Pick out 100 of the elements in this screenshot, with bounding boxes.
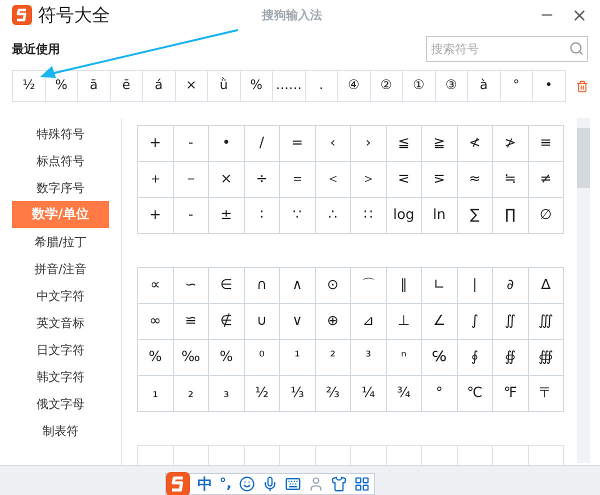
symbol-cell[interactable]: ≌ [174, 304, 208, 339]
symbol-cell[interactable]: ³ [351, 340, 386, 375]
symbol-cell[interactable]: + [138, 198, 172, 233]
symbol-cell[interactable]: % [209, 340, 244, 375]
category-item[interactable]: 中文字符 [12, 282, 109, 309]
symbol-cell[interactable]: ₁ [138, 376, 172, 411]
symbol-cell[interactable]: ≯ [493, 126, 528, 161]
recent-symbol[interactable]: ā [78, 71, 110, 101]
symbol-cell[interactable]: - [174, 126, 208, 161]
symbol-cell[interactable]: ∅ [528, 198, 563, 233]
symbol-cell[interactable]: ‹ [316, 126, 350, 161]
symbol-cell[interactable]: ≡ [528, 126, 563, 161]
symbol-cell[interactable]: + [138, 126, 172, 161]
symbol-cell[interactable]: ∯ [493, 340, 528, 375]
symbol-cell[interactable]: ∨ [280, 304, 314, 339]
symbol-cell[interactable]: ∝ [138, 268, 172, 303]
symbol-cell[interactable]: ＝ [280, 162, 314, 197]
symbol-cell[interactable]: ¼ [351, 376, 386, 411]
category-item[interactable]: 制表符 [12, 417, 109, 444]
symbol-cell[interactable]: ∆ [528, 268, 563, 303]
symbol-cell[interactable]: ∠ [422, 304, 456, 339]
symbol-cell[interactable]: ∬ [493, 304, 528, 339]
symbol-cell[interactable]: ≦ [386, 126, 421, 161]
category-item[interactable]: 韩文字符 [12, 363, 109, 390]
input-mode[interactable]: 中 [197, 472, 212, 495]
recent-symbol[interactable]: • [533, 71, 564, 101]
category-item[interactable]: 英文音标 [12, 309, 109, 336]
symbol-cell[interactable]: ∭ [528, 304, 563, 339]
symbol-cell[interactable]: ⁿ [386, 340, 421, 375]
recent-symbol[interactable]: % [46, 71, 77, 101]
symbol-cell[interactable]: ⊥ [386, 304, 421, 339]
category-item[interactable]: 希腊/拉丁 [12, 228, 109, 255]
symbol-cell[interactable]: ⊕ [316, 304, 350, 339]
symbol-cell[interactable]: ⅔ [316, 376, 350, 411]
recent-symbol[interactable]: ③ [436, 71, 467, 101]
recent-symbol[interactable]: ē [110, 71, 142, 101]
symbol-cell[interactable]: ∑ [458, 198, 492, 233]
symbol-cell[interactable]: log [386, 198, 421, 233]
symbol-cell[interactable]: ≈ [458, 162, 492, 197]
symbol-cell[interactable]: ∈ [209, 268, 244, 303]
symbol-cell[interactable]: ÷ [244, 162, 279, 197]
recent-symbol[interactable]: ① [403, 71, 434, 101]
recent-symbol[interactable]: ° [500, 71, 532, 101]
recent-symbol[interactable]: × [176, 71, 207, 101]
symbol-cell[interactable]: ∷ [351, 198, 386, 233]
symbol-cell[interactable]: ≠ [528, 162, 563, 197]
symbol-cell[interactable]: ∫ [458, 304, 492, 339]
symbol-cell[interactable]: ± [209, 198, 244, 233]
symbol-cell[interactable]: ℉ [493, 376, 528, 411]
symbol-cell[interactable]: ⅓ [280, 376, 314, 411]
symbol-cell[interactable]: ⋝ [422, 162, 456, 197]
symbol-cell[interactable]: ¾ [386, 376, 421, 411]
symbol-cell[interactable]: ℃ [458, 376, 492, 411]
symbol-cell[interactable]: ² [316, 340, 350, 375]
symbol-cell[interactable]: • [209, 126, 244, 161]
symbol-cell[interactable]: ∣ [458, 268, 492, 303]
symbol-cell[interactable]: ½ [244, 376, 279, 411]
symbol-cell[interactable]: ln [422, 198, 456, 233]
symbol-cell[interactable]: ∮ [458, 340, 492, 375]
symbol-cell[interactable]: － [174, 162, 208, 197]
symbol-cell[interactable]: ° [422, 376, 456, 411]
symbol-cell[interactable]: ＜ [316, 162, 350, 197]
symbol-cell[interactable]: 〒 [528, 376, 563, 411]
recent-symbol[interactable]: à [468, 71, 500, 101]
symbol-cell[interactable]: ‰ [174, 340, 208, 375]
emoji-icon[interactable] [238, 476, 255, 492]
symbol-cell[interactable]: ∥ [386, 268, 421, 303]
category-item[interactable]: 拼音/注音 [12, 255, 109, 282]
symbol-cell[interactable]: ₃ [209, 376, 244, 411]
keyboard-icon[interactable] [284, 476, 301, 492]
symbol-cell[interactable]: ⋜ [386, 162, 421, 197]
recent-symbol[interactable]: % [240, 71, 272, 101]
recent-symbol[interactable]: ǜ [208, 71, 240, 101]
symbol-cell[interactable]: ∧ [280, 268, 314, 303]
category-item[interactable]: 标点符号 [12, 147, 109, 174]
symbol-cell[interactable]: ＋ [138, 162, 172, 197]
grid-icon[interactable] [354, 476, 370, 492]
symbol-cell[interactable]: ≒ [493, 162, 528, 197]
recent-symbol[interactable]: . [306, 71, 337, 101]
symbol-cell[interactable]: ∞ [138, 304, 172, 339]
symbol-cell[interactable]: › [351, 126, 386, 161]
symbol-cell[interactable]: ≧ [422, 126, 456, 161]
symbol-cell[interactable]: ⊙ [316, 268, 350, 303]
symbol-cell[interactable]: / [244, 126, 279, 161]
search-field[interactable]: 搜索符号 [426, 36, 588, 62]
symbol-cell[interactable]: ¹ [280, 340, 314, 375]
symbol-cell[interactable]: ∂ [493, 268, 528, 303]
shirt-icon[interactable] [330, 476, 347, 492]
symbol-cell[interactable]: ∟ [422, 268, 456, 303]
symbol-cell[interactable]: ⌒ [351, 268, 386, 303]
symbol-cell[interactable]: ∪ [244, 304, 279, 339]
punctuation-mode[interactable]: °, [219, 474, 232, 494]
search-icon[interactable] [569, 41, 584, 56]
recent-symbol[interactable]: ④ [338, 71, 370, 101]
recent-symbol[interactable]: ② [370, 71, 402, 101]
category-item[interactable]: 数字序号 [12, 174, 109, 201]
symbol-cell[interactable]: ∰ [528, 340, 563, 375]
symbol-cell[interactable]: ⊿ [351, 304, 386, 339]
symbol-cell[interactable]: ∉ [209, 304, 244, 339]
symbol-cell[interactable]: ₂ [174, 376, 208, 411]
